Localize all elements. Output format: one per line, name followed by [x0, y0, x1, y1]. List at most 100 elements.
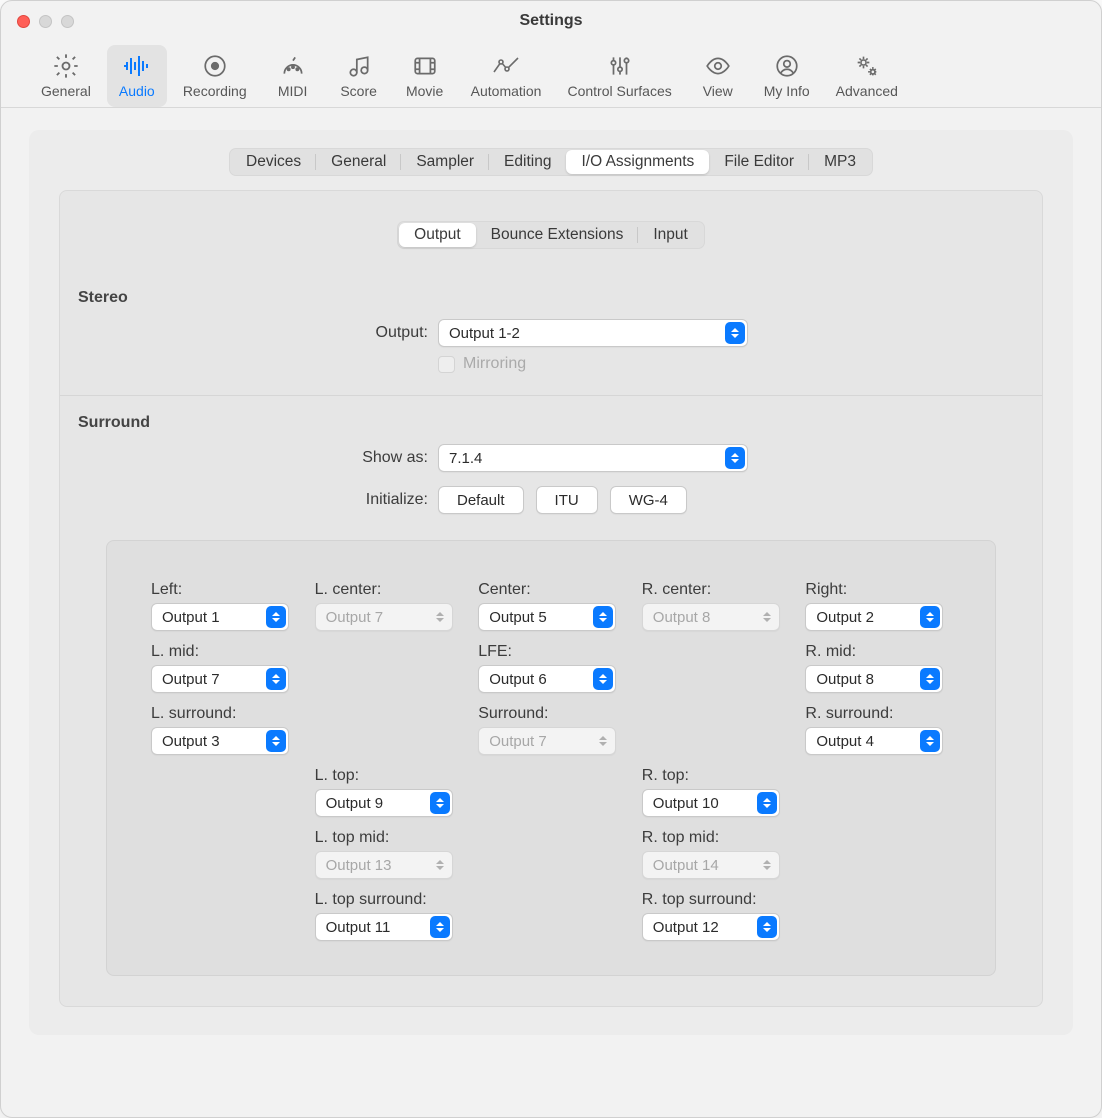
- channel-r-top: R. top:Output 10: [642, 757, 788, 817]
- channel-l-top-surround-popup[interactable]: Output 11: [315, 913, 453, 941]
- channel-value: Output 9: [326, 795, 384, 812]
- toolbar-label: Automation: [471, 83, 542, 99]
- tab-i-o-assignments[interactable]: I/O Assignments: [566, 150, 709, 174]
- tab-sampler[interactable]: Sampler: [401, 150, 489, 174]
- updown-arrows-icon: [266, 606, 286, 628]
- channel-l-mid-popup[interactable]: Output 7: [151, 665, 289, 693]
- channel-l-top-mid: L. top mid:Output 13: [315, 819, 461, 879]
- channel-r-top-popup[interactable]: Output 10: [642, 789, 780, 817]
- toolbar-midi[interactable]: MIDI: [263, 45, 323, 107]
- toolbar-label: View: [703, 83, 733, 99]
- view-icon: [702, 51, 734, 81]
- toolbar-recording[interactable]: Recording: [173, 45, 257, 107]
- updown-arrows-icon: [757, 854, 777, 876]
- stereo-section-title: Stereo: [60, 289, 1042, 315]
- initialize-label: Initialize:: [60, 491, 438, 509]
- init-default-button[interactable]: Default: [438, 486, 524, 514]
- toolbar-automation[interactable]: Automation: [461, 45, 552, 107]
- channel-left-popup[interactable]: Output 1: [151, 603, 289, 631]
- tab-devices[interactable]: Devices: [231, 150, 316, 174]
- channel-l-top-popup[interactable]: Output 9: [315, 789, 453, 817]
- zoom-window[interactable]: [61, 15, 74, 28]
- subtab-bounce-extensions[interactable]: Bounce Extensions: [476, 223, 639, 247]
- channel-left: Left: Output 1: [151, 571, 297, 631]
- channel-lfe: LFE: Output 6: [478, 633, 624, 693]
- toolbar-audio[interactable]: Audio: [107, 45, 167, 107]
- channel-l-top: L. top: Output 9: [315, 757, 461, 817]
- channel-value: Output 2: [816, 609, 874, 626]
- minimize-window[interactable]: [39, 15, 52, 28]
- channel-r-surround-popup[interactable]: Output 4: [805, 727, 943, 755]
- subtab-output[interactable]: Output: [399, 223, 476, 247]
- updown-arrows-icon: [920, 730, 940, 752]
- tab-general[interactable]: General: [316, 150, 401, 174]
- channel-l-center-popup: Output 7: [315, 603, 453, 631]
- channel-center: Center:Output 5: [478, 571, 624, 631]
- updown-arrows-icon: [593, 668, 613, 690]
- channel-label: L. top:: [315, 767, 461, 785]
- channel-r-surround: R. surround:Output 4: [805, 695, 951, 755]
- toolbar-advanced[interactable]: Advanced: [826, 45, 908, 107]
- showas-popup[interactable]: 7.1.4: [438, 444, 748, 472]
- channel-label: Surround:: [478, 705, 624, 723]
- tab-file-editor[interactable]: File Editor: [709, 150, 809, 174]
- channel-r-mid-popup[interactable]: Output 8: [805, 665, 943, 693]
- subtab-input[interactable]: Input: [638, 223, 702, 247]
- channel-value: Output 7: [489, 733, 547, 750]
- stereo-output-popup[interactable]: Output 1-2: [438, 319, 748, 347]
- channel-label: R. top mid:: [642, 829, 788, 847]
- midi-icon: [277, 51, 309, 81]
- channel-label: L. top surround:: [315, 891, 461, 909]
- stereo-output-value: Output 1-2: [449, 325, 520, 342]
- automation-icon: [490, 51, 522, 81]
- channel-label: LFE:: [478, 643, 624, 661]
- updown-arrows-icon: [593, 730, 613, 752]
- mirroring-label: Mirroring: [463, 355, 526, 373]
- channel-r-top-surround-popup[interactable]: Output 12: [642, 913, 780, 941]
- toolbar-general[interactable]: General: [31, 45, 101, 107]
- close-window[interactable]: [17, 15, 30, 28]
- updown-arrows-icon: [920, 606, 940, 628]
- channel-label: Left:: [151, 581, 297, 599]
- toolbar-view[interactable]: View: [688, 45, 748, 107]
- showas-label: Show as:: [60, 449, 438, 467]
- channel-lfe-popup[interactable]: Output 6: [478, 665, 616, 693]
- toolbar-movie[interactable]: Movie: [395, 45, 455, 107]
- channel-l-top-surround: L. top surround: Output 11: [315, 881, 461, 941]
- channel-r-top-mid-popup: Output 14: [642, 851, 780, 879]
- advanced-icon: [851, 51, 883, 81]
- toolbar-label: General: [41, 83, 91, 99]
- channel-r-mid: R. mid: Output 8: [805, 633, 951, 693]
- toolbar-my-info[interactable]: My Info: [754, 45, 820, 107]
- titlebar: Settings: [1, 1, 1101, 41]
- toolbar-control-surfaces[interactable]: Control Surfaces: [557, 45, 681, 107]
- channel-value: Output 6: [489, 671, 547, 688]
- updown-arrows-icon: [757, 606, 777, 628]
- updown-arrows-icon: [757, 792, 777, 814]
- channel-label: R. mid:: [805, 643, 951, 661]
- io-assignments-panel: OutputBounce ExtensionsInput Stereo Outp…: [59, 190, 1043, 1007]
- toolbar-score[interactable]: Score: [329, 45, 389, 107]
- channel-surround: Surround: Output 7: [478, 695, 624, 755]
- channel-r-top-mid: R. top mid: Output 14: [642, 819, 788, 879]
- channel-value: Output 10: [653, 795, 719, 812]
- mirroring-checkbox[interactable]: [438, 356, 455, 373]
- tab-editing[interactable]: Editing: [489, 150, 566, 174]
- init-wg-4-button[interactable]: WG-4: [610, 486, 687, 514]
- channel-center-popup[interactable]: Output 5: [478, 603, 616, 631]
- channel-label: L. center:: [315, 581, 461, 599]
- channel-l-center: L. center: Output 7: [315, 571, 461, 631]
- channel-l-surround-popup[interactable]: Output 3: [151, 727, 289, 755]
- toolbar-label: Audio: [119, 83, 155, 99]
- channel-value: Output 7: [162, 671, 220, 688]
- init-itu-button[interactable]: ITU: [536, 486, 598, 514]
- showas-value: 7.1.4: [449, 450, 482, 467]
- movie-icon: [409, 51, 441, 81]
- channel-value: Output 1: [162, 609, 220, 626]
- toolbar-label: Advanced: [836, 83, 898, 99]
- channel-value: Output 11: [326, 919, 391, 936]
- updown-arrows-icon: [593, 606, 613, 628]
- channel-right-popup[interactable]: Output 2: [805, 603, 943, 631]
- tab-mp3[interactable]: MP3: [809, 150, 871, 174]
- channel-label: R. center:: [642, 581, 788, 599]
